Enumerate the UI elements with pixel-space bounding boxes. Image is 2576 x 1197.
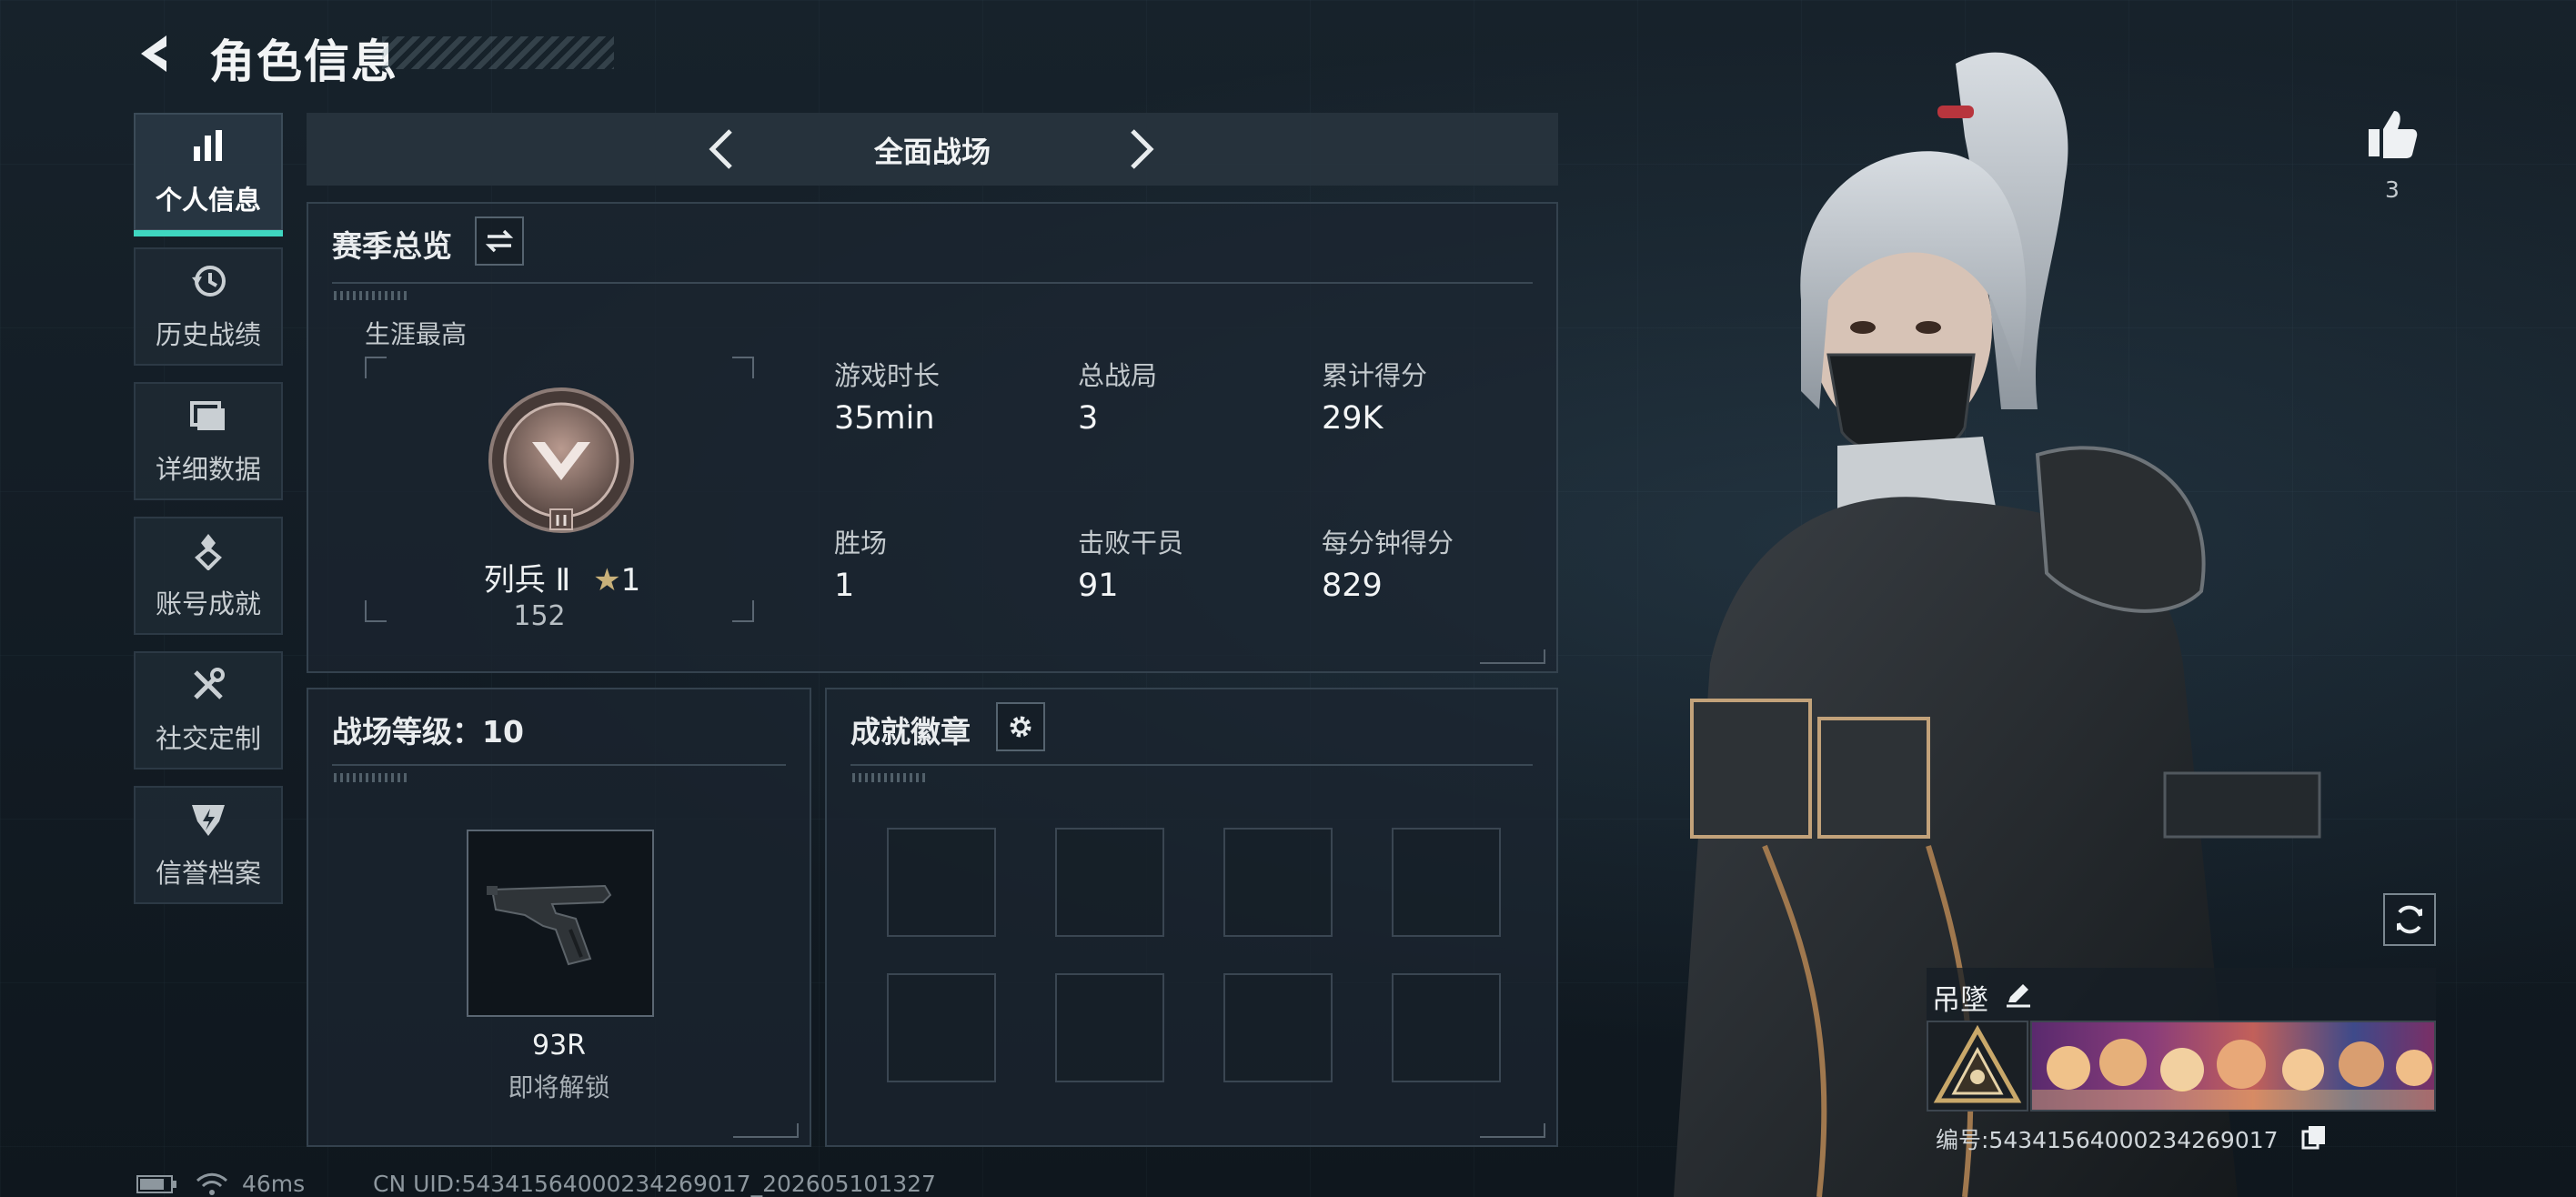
- stat-value-play-time: 35min: [834, 400, 935, 437]
- rank-emblem: [1927, 1021, 2028, 1112]
- shield-lightning-icon: [192, 805, 225, 836]
- battery-icon: [136, 1175, 176, 1193]
- nav-label: 个人信息: [155, 185, 261, 216]
- frame-corner: [732, 357, 754, 378]
- nav-label: 社交定制: [155, 723, 261, 754]
- page-title: 角色信息: [209, 35, 398, 88]
- stripe-decoration: [334, 773, 407, 782]
- divider: [332, 282, 1533, 284]
- stat-label-play-time: 游戏时长: [834, 360, 941, 391]
- rotate-button[interactable]: [2383, 893, 2436, 946]
- chevron-right-icon[interactable]: [1114, 124, 1165, 175]
- weapon-name: 93R: [531, 1030, 587, 1061]
- weapon-slot[interactable]: [467, 830, 654, 1017]
- nav-label: 详细数据: [155, 454, 261, 485]
- panel-corner-decoration: [733, 1123, 799, 1138]
- copy-icon[interactable]: [2301, 1124, 2327, 1150]
- badge-slot[interactable]: [1055, 973, 1164, 1082]
- back-arrow-icon[interactable]: [132, 30, 179, 77]
- pistol-icon: [487, 884, 612, 966]
- stat-value-kills: 91: [1078, 568, 1119, 604]
- bar-chart-icon: [194, 130, 222, 161]
- stripe-decoration: [334, 291, 407, 300]
- nav-item-credit[interactable]: 信誉档案: [134, 786, 283, 904]
- divider: [332, 764, 786, 766]
- mode-title: 全面战场: [873, 135, 991, 169]
- title-decoration: [382, 36, 614, 69]
- nav-label: 历史战绩: [155, 319, 261, 350]
- badge-slot[interactable]: [887, 973, 996, 1082]
- career-best-label: 生涯最高: [365, 319, 468, 349]
- achievement-badges-title: 成就徽章: [850, 714, 971, 749]
- nav-label: 账号成就: [155, 588, 261, 619]
- triangle-emblem-icon: [1933, 1024, 2022, 1103]
- frame-corner: [732, 600, 754, 622]
- nav-item-personal-info[interactable]: 个人信息: [134, 113, 283, 236]
- mode-selector: 全面战场: [307, 113, 1558, 186]
- stat-value-total-matches: 3: [1078, 400, 1099, 437]
- rank-name: 列兵 Ⅱ: [483, 562, 571, 598]
- active-indicator: [134, 230, 283, 236]
- player-id: 编号:5434156400023426901​7: [1936, 1127, 2279, 1153]
- badge-slot[interactable]: [1392, 973, 1501, 1082]
- like-count: 3: [2385, 176, 2400, 203]
- wifi-icon: [196, 1172, 228, 1195]
- stat-label-total-score: 累计得分: [1322, 360, 1428, 391]
- nav-item-detailed-data[interactable]: 详细数据: [134, 382, 283, 500]
- rank-stars: 1: [620, 562, 641, 598]
- stat-label-kills: 击败干员: [1078, 528, 1184, 558]
- frame-corner: [365, 600, 387, 622]
- stat-label-wins: 胜场: [834, 528, 888, 558]
- stat-label-total-matches: 总战局: [1078, 360, 1158, 391]
- swap-button[interactable]: [475, 216, 524, 266]
- swap-arrows-icon: [485, 229, 514, 253]
- stat-value-score-per-minute: 829: [1322, 568, 1383, 604]
- player-name: 吊墜: [1932, 984, 1988, 1017]
- achievement-icon: [195, 534, 222, 570]
- cartoon-banner-image: [2032, 1039, 2434, 1110]
- panel-corner-decoration: [1480, 649, 1545, 664]
- badge-slot[interactable]: [1223, 828, 1333, 937]
- gear-icon: [1010, 716, 1031, 738]
- panel-corner-decoration: [1480, 1123, 1545, 1138]
- name-card-banner: [2030, 1021, 2436, 1112]
- stat-value-total-score: 29K: [1322, 400, 1384, 437]
- tools-icon: [194, 668, 225, 699]
- season-overview-panel: 赛季总览 生涯最高 列兵 Ⅱ ★1 152 游戏时长 35min 总战局 3 累: [307, 202, 1558, 673]
- frame-corner: [365, 357, 387, 378]
- badge-slot[interactable]: [1055, 828, 1164, 937]
- achievement-badges-panel: 成就徽章: [825, 688, 1558, 1147]
- edit-pencil-icon[interactable]: [2003, 979, 2034, 1010]
- rank-points: 152: [513, 600, 566, 632]
- name-card-header: 吊墜: [1927, 968, 2436, 1021]
- uid-text: CN UID:54341564000234269017_202605101327: [373, 1171, 936, 1197]
- stripe-decoration: [852, 773, 925, 782]
- weapon-status: 即将解锁: [508, 1072, 610, 1102]
- rank-medal-icon: [488, 387, 634, 533]
- stat-value-wins: 1: [834, 568, 855, 604]
- season-overview-title: 赛季总览: [332, 228, 452, 264]
- nav-item-social[interactable]: 社交定制: [134, 651, 283, 770]
- nav-item-history[interactable]: 历史战绩: [134, 247, 283, 366]
- folder-icon: [190, 401, 225, 430]
- badge-slot[interactable]: [1223, 973, 1333, 1082]
- ping-value: 46ms: [242, 1171, 306, 1197]
- thumbs-up-icon[interactable]: [2365, 107, 2420, 162]
- star-icon: ★: [593, 562, 621, 598]
- refresh-icon: [2397, 905, 2422, 934]
- battlefield-level-title: 战场等级：10: [332, 714, 524, 749]
- badge-settings-button[interactable]: [996, 702, 1045, 751]
- nav-item-achievements[interactable]: 账号成就: [134, 517, 283, 635]
- history-clock-icon: [192, 266, 226, 297]
- badge-slot[interactable]: [887, 828, 996, 937]
- stat-label-score-per-minute: 每分钟得分: [1322, 528, 1454, 558]
- divider: [850, 764, 1533, 766]
- battlefield-level-panel: 战场等级：10 93R 即将解锁: [307, 688, 811, 1147]
- nav-label: 信誉档案: [155, 858, 261, 889]
- badge-slot[interactable]: [1392, 828, 1501, 937]
- rank-line: 列兵 Ⅱ ★1: [403, 555, 721, 599]
